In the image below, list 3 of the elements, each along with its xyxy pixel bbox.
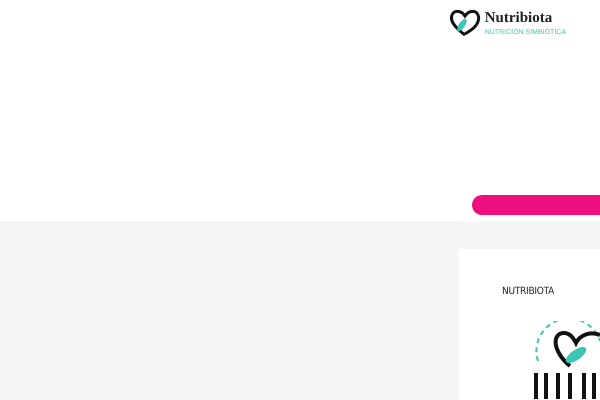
card-title: NUTRIBIOTA [502,285,556,299]
heart-logo-icon [448,8,481,38]
brand-name: Nutribiota [484,11,554,26]
